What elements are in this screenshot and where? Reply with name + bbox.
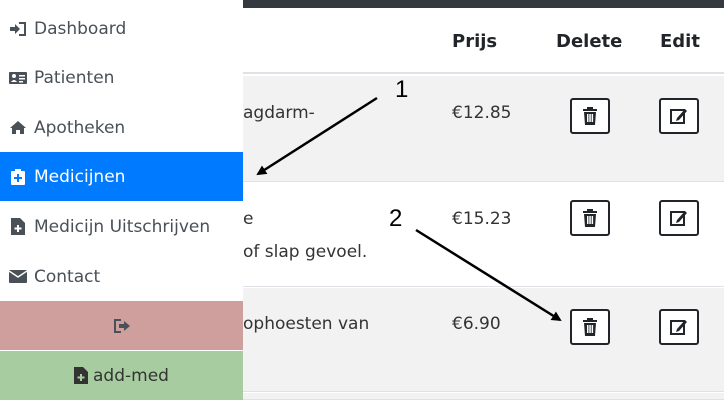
delete-button[interactable] (570, 200, 610, 236)
sidebar-item-label: Apotheken (34, 117, 126, 138)
trash-icon (583, 318, 597, 336)
sidebar-item-apotheken[interactable]: Apotheken (0, 103, 243, 152)
sidebar-item-label: Medicijn Uitschrijven (34, 216, 211, 237)
logout-button[interactable] (0, 301, 243, 350)
file-medical-icon (74, 367, 89, 384)
row-description: of slap gevoel. (243, 242, 368, 262)
edit-button[interactable] (659, 98, 699, 134)
delete-button[interactable] (570, 309, 610, 345)
sidebar-item-dashboard[interactable]: Dashboard (0, 4, 243, 53)
edit-icon (670, 211, 687, 226)
edit-button[interactable] (659, 309, 699, 345)
delete-button[interactable] (570, 98, 610, 134)
envelope-icon (8, 269, 28, 285)
trash-icon (583, 209, 597, 227)
column-header-delete: Delete (556, 31, 623, 52)
add-med-button[interactable]: add-med (0, 351, 243, 400)
sidebar-item-medicijnen[interactable]: Medicijnen (0, 152, 243, 201)
trash-icon (583, 107, 597, 125)
home-icon (8, 120, 28, 136)
edit-icon (670, 320, 687, 335)
row-description: ophoesten van (243, 314, 370, 334)
row-price: €6.90 (452, 314, 501, 334)
row-description: agdarm- (243, 103, 315, 123)
sign-out-icon (113, 318, 130, 333)
annotation-label-2: 2 (389, 205, 403, 232)
column-header-prijs: Prijs (452, 31, 498, 52)
column-header-edit: Edit (660, 31, 700, 52)
row-price: €15.23 (452, 209, 512, 229)
id-card-icon (8, 70, 28, 86)
sidebar-item-contact[interactable]: Contact (0, 252, 243, 301)
sign-in-icon (8, 21, 28, 37)
file-medical-icon (8, 218, 28, 235)
add-med-label: add-med (93, 365, 169, 386)
medkit-icon (8, 168, 28, 185)
edit-icon (670, 109, 687, 124)
annotation-label-1: 1 (395, 76, 409, 103)
sidebar-item-label: Medicijnen (34, 166, 126, 187)
sidebar-item-medicijn-uitschrijven[interactable]: Medicijn Uitschrijven (0, 202, 243, 251)
sidebar-item-label: Dashboard (34, 18, 127, 39)
sidebar-item-patienten[interactable]: Patienten (0, 53, 243, 102)
row-description: e (243, 209, 254, 229)
sidebar-item-label: Contact (34, 266, 101, 287)
sidebar: Dashboard Patienten Apotheken Medicijnen… (0, 0, 243, 400)
sidebar-item-label: Patienten (34, 67, 115, 88)
row-price: €12.85 (452, 103, 512, 123)
edit-button[interactable] (659, 200, 699, 236)
